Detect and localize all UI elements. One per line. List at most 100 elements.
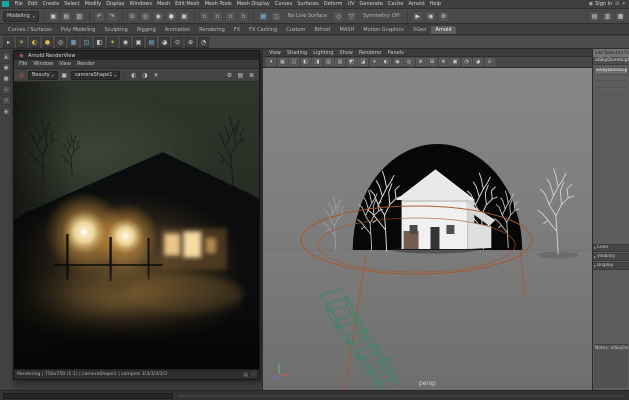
textured-icon[interactable]: ☀: [369, 58, 380, 66]
shelf-tab[interactable]: Bifrost: [310, 26, 334, 34]
shelf-tab[interactable]: Custom: [282, 26, 309, 34]
shelf-icon[interactable]: ⊙: [172, 36, 183, 48]
film-gate-icon[interactable]: ◫: [289, 58, 299, 66]
command-line-input[interactable]: [3, 392, 173, 399]
menu-lines-icon[interactable]: ≣: [247, 72, 256, 79]
redo-icon[interactable]: ↷: [106, 10, 118, 22]
select-tool-icon[interactable]: ▲: [1, 52, 11, 61]
render-target-icon[interactable]: ◎: [17, 72, 26, 79]
exposure-icon[interactable]: ⊙: [484, 58, 495, 66]
rotate-tool-icon[interactable]: ↺: [1, 96, 11, 105]
menu-item[interactable]: Curves: [272, 1, 294, 7]
menu-item[interactable]: Arnold: [406, 1, 427, 7]
skydome-light-icon[interactable]: ☀: [16, 36, 27, 48]
menu-item[interactable]: Edit Mesh: [173, 1, 202, 7]
shelf-tab[interactable]: MASH: [336, 26, 359, 34]
vp-menu-renderer[interactable]: Renderer: [356, 50, 385, 56]
mesh-light-icon[interactable]: ●: [42, 36, 53, 48]
open-scene-icon[interactable]: ▤: [60, 10, 72, 22]
safe-action-icon[interactable]: ▤: [323, 58, 334, 66]
vp-menu-view[interactable]: View: [266, 50, 284, 56]
gate-mask-icon[interactable]: ◨: [312, 58, 322, 66]
render-icon[interactable]: ▶: [412, 10, 424, 22]
isolate-select-icon[interactable]: ▣: [450, 58, 460, 66]
shelf-tab[interactable]: Animation: [161, 26, 195, 34]
resolution-gate-icon[interactable]: ◧: [300, 58, 311, 66]
channel-box-toggle-icon[interactable]: ▦: [615, 10, 626, 22]
menu-item[interactable]: Deform: [321, 1, 345, 7]
depth-of-field-icon[interactable]: ≣: [438, 58, 449, 66]
snapshots-icon[interactable]: ▤: [236, 72, 245, 79]
menu-item[interactable]: Mesh Tools: [202, 1, 234, 7]
shaded-icon[interactable]: ◪: [358, 58, 368, 66]
shelf-tab[interactable]: Curves / Surfaces: [4, 26, 56, 34]
make-live-icon[interactable]: ◇: [333, 10, 345, 22]
rv-menu-file[interactable]: File: [16, 61, 30, 67]
section-header[interactable]: ▸ Visibility: [593, 252, 629, 261]
shadows-icon[interactable]: ◉: [392, 58, 403, 66]
lasso-tool-icon[interactable]: ●: [1, 63, 11, 72]
shelf-icon[interactable]: ⊕: [185, 36, 196, 48]
attribute-editor-menubar[interactable]: List Selected Focus Attributes Show Help: [593, 49, 629, 57]
aov-dropdown[interactable]: Beauty ▾: [28, 70, 58, 80]
menu-item[interactable]: Generate: [357, 1, 385, 7]
save-scene-icon[interactable]: ▥: [73, 10, 85, 22]
section-header[interactable]: ▸ Color: [593, 243, 629, 252]
tool-settings-toggle-icon[interactable]: ▥: [602, 10, 613, 22]
wireframe-icon[interactable]: ◩: [346, 58, 357, 66]
grid-toggle-icon[interactable]: ▦: [277, 58, 288, 66]
menu-item[interactable]: Modify: [82, 1, 104, 7]
ipr-render-icon[interactable]: ◉: [425, 10, 437, 22]
info-icon[interactable]: ⓘ: [251, 371, 256, 378]
joints-xray-icon[interactable]: ◕: [473, 58, 483, 66]
menu-item[interactable]: File: [12, 1, 25, 7]
undo-icon[interactable]: ↶: [93, 10, 105, 22]
vp-menu-panels[interactable]: Panels: [385, 50, 407, 56]
chevron-down-icon[interactable]: ▾: [622, 1, 625, 7]
node-name-field[interactable]: aiSkyDomeLight1: [594, 67, 628, 75]
sign-in-button[interactable]: ◉ Sign In: [589, 1, 613, 7]
snap-curve-icon[interactable]: ∩: [211, 10, 223, 22]
paint-select-tool-icon[interactable]: ■: [1, 74, 11, 83]
shelf-tab[interactable]: Rendering: [195, 26, 229, 34]
viewport-canvas[interactable]: persp: [263, 68, 592, 390]
shelf-icon[interactable]: ◕: [159, 36, 170, 48]
menu-item[interactable]: Cache: [385, 1, 406, 7]
renderview-titlebar[interactable]: ◉ Arnold RenderView: [14, 51, 259, 60]
menu-item[interactable]: Edit: [25, 1, 40, 7]
shelf-tab[interactable]: Sculpting: [100, 26, 131, 34]
new-scene-icon[interactable]: ▣: [47, 10, 59, 22]
attribute-editor-toggle-icon[interactable]: ▤: [589, 10, 600, 22]
snap-grid-icon[interactable]: ∩: [198, 10, 210, 22]
select-object-icon[interactable]: ◎: [139, 10, 151, 22]
output-connections-icon[interactable]: ◫: [270, 10, 282, 22]
select-hierarchy-icon[interactable]: ⊙: [126, 10, 138, 22]
snap-plane-icon[interactable]: ∩: [237, 10, 249, 22]
menu-item[interactable]: Mesh Display: [234, 1, 272, 7]
shelf-icon[interactable]: ▤: [146, 36, 157, 48]
shelf-icon[interactable]: ▸: [3, 36, 14, 48]
window-layout-icon[interactable]: ⊞: [615, 1, 619, 7]
shelf-icon[interactable]: ◫: [81, 36, 92, 48]
menu-item[interactable]: UV: [345, 1, 357, 7]
symmetry-icon[interactable]: ▽: [346, 10, 358, 22]
log-icon[interactable]: ▤: [243, 372, 248, 378]
shelf-icon[interactable]: ◔: [198, 36, 209, 48]
menu-item[interactable]: Windows: [127, 1, 154, 7]
settings-gear-icon[interactable]: ⚙: [225, 72, 234, 79]
shelf-tab-arnold-active[interactable]: Arnold: [431, 26, 456, 34]
notes-area[interactable]: Notes: aiSkyDomeLight1: [594, 344, 628, 388]
camera-select-icon[interactable]: ▾: [266, 58, 276, 66]
shelf-tab[interactable]: Poly Modeling: [57, 26, 100, 34]
exposure-icon[interactable]: ◐: [129, 72, 138, 79]
shelf-tab[interactable]: FX Caching: [245, 26, 281, 34]
shelf-icon[interactable]: ▦: [68, 36, 79, 48]
selection-mask-icon[interactable]: ▣: [178, 10, 190, 22]
menu-item[interactable]: Select: [62, 1, 82, 7]
shelf-tab[interactable]: Rigging: [133, 26, 160, 34]
shelf-icon[interactable]: ✶: [107, 36, 118, 48]
menu-item[interactable]: Help: [427, 1, 443, 7]
area-light-icon[interactable]: ◐: [29, 36, 40, 48]
camera-dropdown[interactable]: cameraShape1 ▾: [70, 70, 121, 80]
menu-item[interactable]: Display: [104, 1, 127, 7]
